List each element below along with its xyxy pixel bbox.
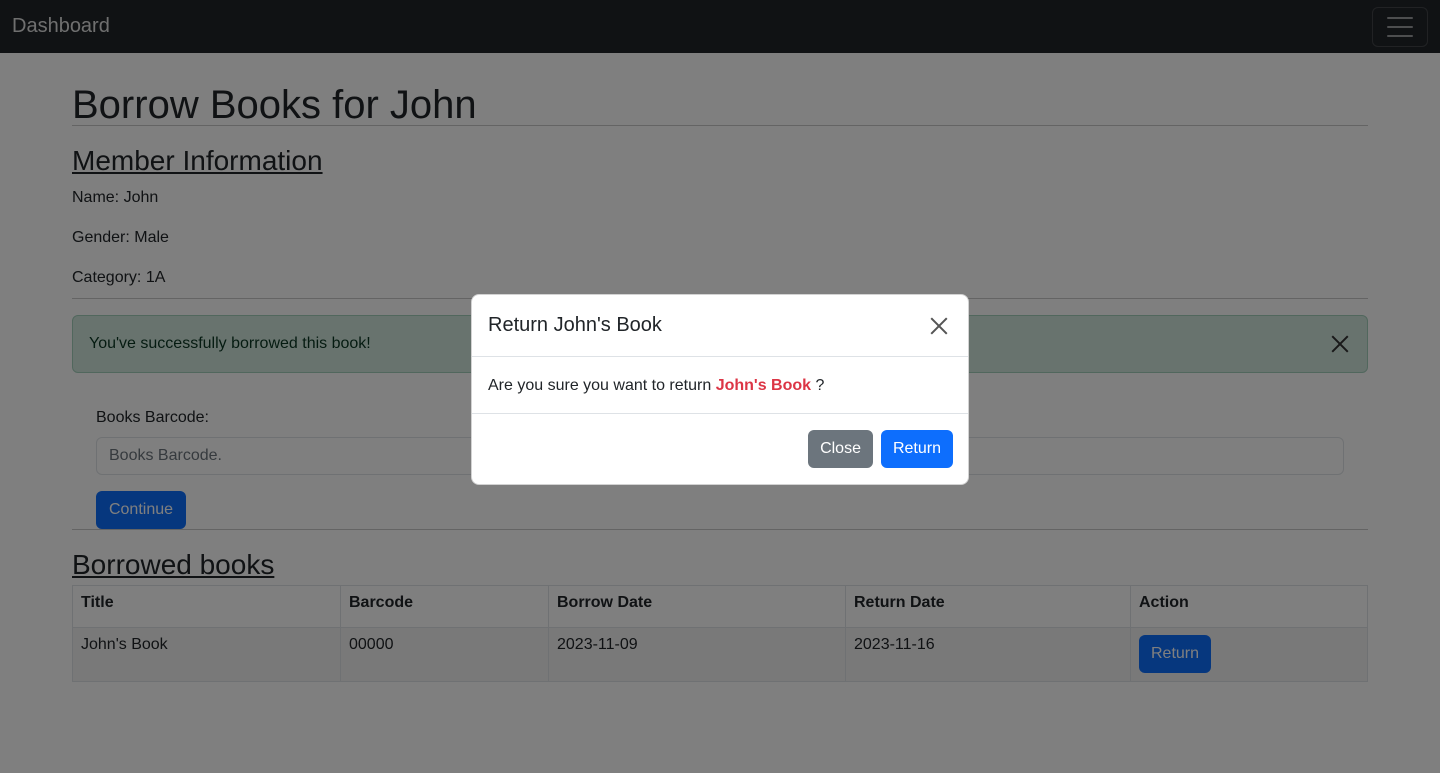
modal-header: Return John's Book [472, 295, 968, 357]
modal-book-name: John's Book [715, 377, 812, 394]
modal-body: Are you sure you want to return John's B… [472, 357, 968, 414]
return-book-modal: Return John's Book Are you sure you want… [471, 294, 969, 485]
modal-footer: Close Return [472, 414, 968, 484]
modal-body-suffix: ? [815, 377, 825, 394]
modal-title: Return John's Book [488, 314, 662, 336]
close-button[interactable]: Close [808, 430, 873, 468]
close-icon[interactable] [928, 315, 950, 337]
modal-body-text: Are you sure you want to return [488, 377, 712, 394]
return-button[interactable]: Return [880, 430, 953, 468]
